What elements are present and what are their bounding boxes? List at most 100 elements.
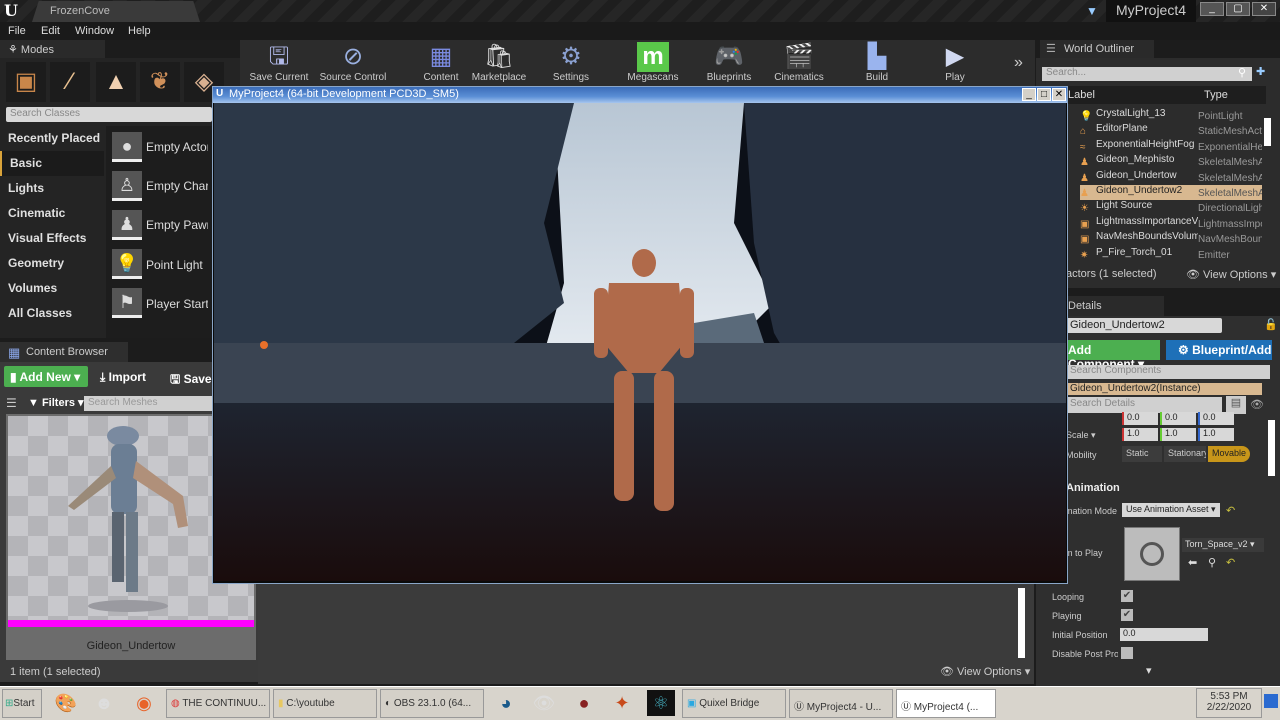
category-basic[interactable]: Basic	[0, 151, 104, 176]
save-all-button[interactable]: 🖫 Save	[170, 366, 212, 391]
bottom-scrollbar[interactable]	[1018, 588, 1025, 658]
cinematics-button[interactable]: 🎬 Cinematics	[764, 42, 834, 83]
firefox-icon[interactable]: ◉	[130, 690, 158, 716]
import-button[interactable]: ⤓ Import	[100, 366, 146, 385]
reset-anim-icon[interactable]: ↶	[1226, 556, 1235, 569]
outliner-row[interactable]: ▣ LightmassImportanceVolumeLightmassImpor…	[1080, 216, 1262, 231]
system-clock[interactable]: 5:53 PM 2/22/2020	[1196, 688, 1262, 718]
search-components-input[interactable]: Search Components	[1066, 365, 1270, 379]
class-item-empty-actor[interactable]: Empty Actor	[146, 140, 208, 154]
search-meshes-input[interactable]: Search Meshes	[84, 396, 214, 411]
flag-icon[interactable]: ⚑	[112, 288, 142, 318]
start-button[interactable]: ⊞Start	[2, 689, 42, 718]
looping-checkbox[interactable]: ✔	[1121, 590, 1133, 602]
type-column-header[interactable]: Type	[1204, 89, 1228, 101]
modes-tab[interactable]: ⚘ Modes	[0, 40, 105, 58]
world-outliner-tab[interactable]: World Outliner	[1040, 40, 1154, 58]
class-item-empty-pawn[interactable]: Empty Pawn	[146, 218, 208, 232]
location-y-field[interactable]: 0.0	[1160, 412, 1196, 425]
menu-window[interactable]: Window	[75, 25, 114, 37]
add-folder-icon[interactable]: ✚	[1256, 65, 1265, 78]
outliner-row[interactable]: ▣ NavMeshBoundsVolumeNavMeshBoundsVolume	[1080, 231, 1262, 246]
category-recently-placed[interactable]: Recently Placed	[0, 126, 104, 151]
eye-app-icon[interactable]: 👁	[530, 690, 558, 716]
category-all-classes[interactable]: All Classes	[0, 301, 104, 326]
outliner-row[interactable]: ⌂ EditorPlane StaticMeshActor	[1080, 123, 1262, 138]
label-column-header[interactable]: Label	[1068, 89, 1095, 101]
blueprints-button[interactable]: 🎮 Blueprints	[694, 42, 764, 83]
sphere-icon[interactable]: ●	[112, 132, 142, 162]
use-selected-arrow-icon[interactable]: ⬅	[1188, 556, 1197, 569]
category-volumes[interactable]: Volumes	[0, 276, 104, 301]
menu-help[interactable]: Help	[128, 25, 151, 37]
place-mode-icon[interactable]: ▣	[6, 62, 46, 102]
category-visual-effects[interactable]: Visual Effects	[0, 226, 104, 251]
task-explorer[interactable]: ▮ C:\youtube	[273, 689, 377, 718]
category-cinematic[interactable]: Cinematic	[0, 201, 104, 226]
steam-icon[interactable]: ◕	[492, 690, 520, 716]
content-view-options[interactable]: 👁 View Options ▾	[940, 665, 1030, 678]
red-app-icon[interactable]: ●	[570, 690, 598, 716]
maximize-button[interactable]: ▢	[1226, 2, 1250, 16]
browse-icon[interactable]: ⚲	[1208, 556, 1216, 569]
location-x-field[interactable]: 0.0	[1122, 412, 1158, 425]
class-item-point-light[interactable]: Point Light	[146, 258, 208, 272]
details-tab[interactable]: Details	[1066, 296, 1164, 316]
settings-button[interactable]: ⚙ Settings	[536, 42, 606, 83]
lock-icon[interactable]: 🔓	[1264, 318, 1278, 331]
search-details-input[interactable]: Search Details	[1066, 397, 1222, 413]
actor-name-field[interactable]: Gideon_Undertow2	[1066, 318, 1222, 333]
scale-x-field[interactable]: 1.0	[1122, 428, 1158, 441]
toolbar-more-button[interactable]: »	[1014, 54, 1023, 72]
pawn-icon[interactable]: ♟	[112, 210, 142, 240]
save-current-button[interactable]: 🖫 Save Current	[244, 42, 314, 83]
autohotkey-app-icon[interactable]: ☻	[90, 690, 118, 716]
category-geometry[interactable]: Geometry	[0, 251, 104, 276]
source-control-button[interactable]: ⊘ Source Control	[318, 42, 388, 83]
atom-app-icon[interactable]: ⚛	[647, 690, 675, 716]
game-minimize-button[interactable]: _	[1022, 88, 1036, 101]
class-item-empty-character[interactable]: Empty Character	[146, 179, 208, 193]
task-game-window[interactable]: Ⓤ MyProject4 (...	[896, 689, 996, 718]
game-window-title[interactable]: MyProject4 (64-bit Development PCD3D_SM5…	[213, 87, 1067, 103]
marketplace-button[interactable]: 🛍 Marketplace	[464, 42, 534, 83]
outliner-row[interactable]: ≈ ExponentialHeightFogExponentialHeightFo…	[1080, 139, 1262, 154]
bulb-icon[interactable]: 💡	[112, 249, 142, 279]
game-maximize-button[interactable]: □	[1037, 88, 1051, 101]
playing-checkbox[interactable]: ✔	[1121, 609, 1133, 621]
menu-file[interactable]: File	[8, 25, 26, 37]
landscape-mode-icon[interactable]: ▲	[96, 62, 136, 102]
megascans-button[interactable]: m Megascans	[618, 42, 688, 83]
scale-z-field[interactable]: 1.0	[1198, 428, 1234, 441]
task-quixel-bridge[interactable]: ▣ Quixel Bridge	[682, 689, 786, 718]
play-button[interactable]: ▶ Play	[920, 42, 990, 83]
scale-label[interactable]: Scale ▾	[1066, 430, 1096, 441]
animation-mode-dropdown[interactable]: Use Animation Asset ▾	[1122, 503, 1220, 517]
mobility-movable[interactable]: Movable	[1208, 446, 1250, 462]
outliner-scrollbar[interactable]	[1264, 118, 1271, 146]
outliner-row[interactable]: 💡 CrystalLight_13 PointLight	[1080, 108, 1262, 123]
class-item-player-start[interactable]: Player Start	[146, 297, 208, 311]
location-z-field[interactable]: 0.0	[1198, 412, 1234, 425]
outliner-row[interactable]: ✷ P_Fire_Torch_01 Emitter	[1080, 247, 1262, 262]
outliner-view-options[interactable]: 👁 View Options ▾	[1186, 268, 1276, 281]
outliner-search-input[interactable]: Search...	[1042, 67, 1252, 81]
disable-post-process-checkbox[interactable]	[1121, 647, 1133, 659]
foliage-mode-icon[interactable]: ❦	[140, 62, 180, 102]
paint-app-icon[interactable]: 🎨	[52, 690, 80, 716]
component-instance-row[interactable]: Gideon_Undertow2(Instance)	[1066, 383, 1262, 395]
menu-edit[interactable]: Edit	[41, 25, 60, 37]
reset-icon[interactable]: ↶	[1226, 504, 1235, 517]
character-icon[interactable]: ♙	[112, 171, 142, 201]
sources-toggle-icon[interactable]: ☰	[6, 396, 17, 410]
task-obs[interactable]: ◐ OBS 23.1.0 (64...	[380, 689, 484, 718]
search-classes-input[interactable]: Search Classes	[6, 107, 212, 122]
expand-advanced-icon[interactable]: ▾	[1146, 664, 1152, 677]
mobility-static[interactable]: Static	[1122, 446, 1162, 462]
minimize-button[interactable]: _	[1200, 2, 1224, 16]
visibility-eye-icon[interactable]: 👁	[1250, 398, 1264, 411]
category-lights[interactable]: Lights	[0, 176, 104, 201]
task-chrome[interactable]: ◍ THE CONTINUU...	[166, 689, 270, 718]
level-tab[interactable]: FrozenCove	[32, 1, 200, 22]
animation-section-header[interactable]: Animation	[1066, 480, 1280, 498]
